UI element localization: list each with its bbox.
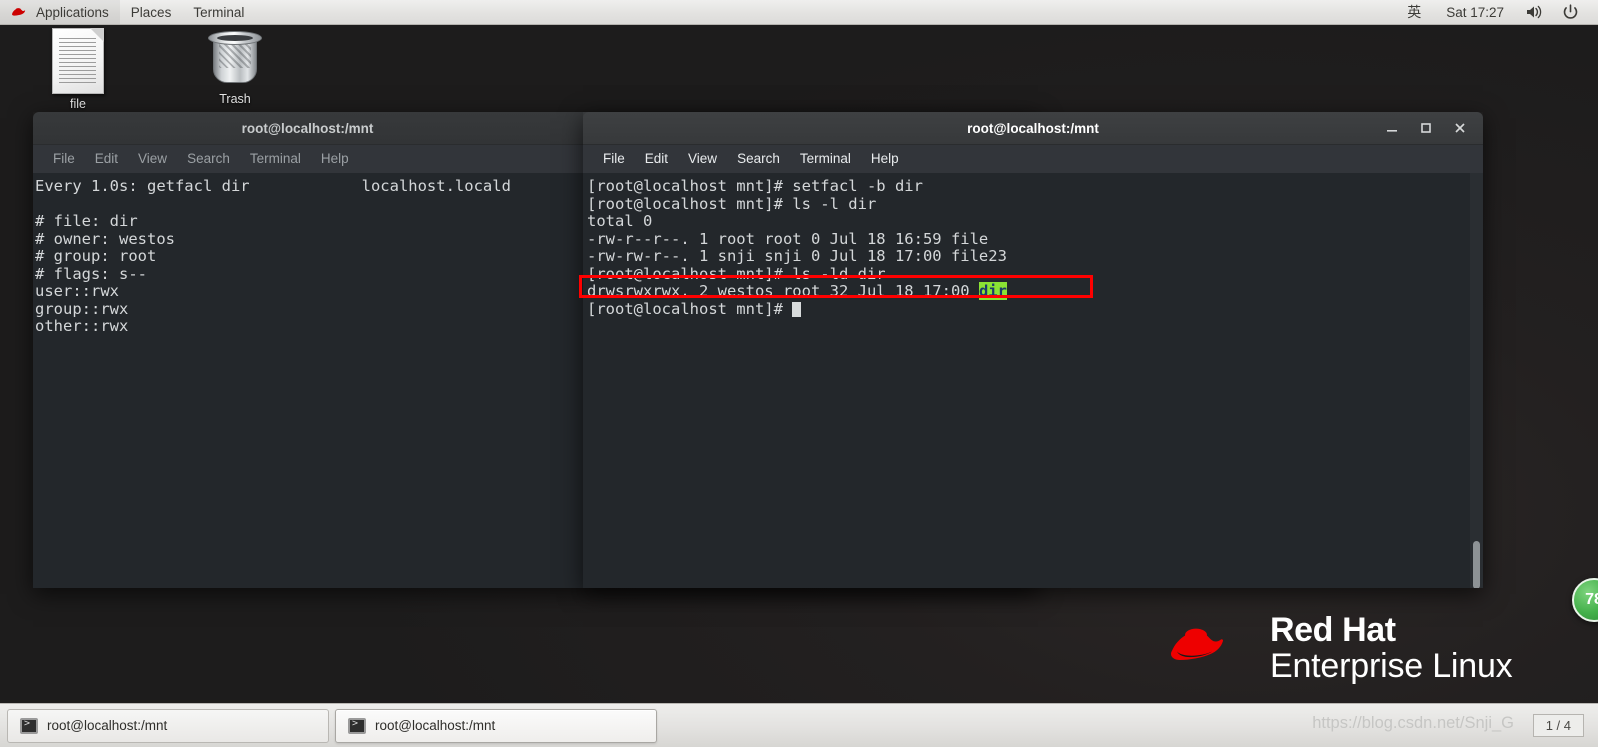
terminal-line: total 0 [587, 212, 653, 230]
top-panel: Applications Places Terminal 英 Sat 17:27 [0, 0, 1598, 25]
desktop-icon-file[interactable]: file [30, 28, 126, 111]
terminal-line: -rw-rw-r--. 1 snji snji 0 Jul 18 17:00 f… [587, 247, 1007, 265]
menu-edit-back[interactable]: Edit [85, 145, 128, 173]
menubar-front: File Edit View Search Terminal Help [583, 145, 1483, 173]
desktop-screen: Applications Places Terminal 英 Sat 17:27 [0, 0, 1598, 747]
menu-search-front[interactable]: Search [727, 145, 790, 173]
menu-file-back[interactable]: File [43, 145, 85, 173]
menu-edit-front[interactable]: Edit [635, 145, 678, 173]
taskbar-label-1: root@localhost:/mnt [47, 718, 168, 733]
terminal-line: [root@localhost mnt]# ls -l dir [587, 194, 877, 213]
redhat-hat-icon [1171, 628, 1224, 661]
menu-file-front[interactable]: File [593, 145, 635, 173]
recording-badge-value: 78 [1585, 591, 1598, 608]
trash-lid [208, 31, 262, 45]
rhel-brand-line1: Red Hat [1270, 611, 1396, 649]
places-label: Places [130, 4, 172, 20]
rhel-brand-text: Red Hat Enterprise Linux [1270, 612, 1513, 684]
shell-prompt: [root@localhost mnt]# [587, 299, 793, 318]
clock[interactable]: Sat 17:27 [1434, 5, 1516, 20]
redhat-fedora-icon [11, 6, 31, 19]
terminal-icon [348, 717, 366, 734]
terminal-line: [root@localhost mnt]# setfacl -b dir [587, 177, 923, 195]
applications-menu[interactable]: Applications [0, 0, 120, 24]
bottom-panel: root@localhost:/mnt root@localhost:/mnt … [0, 703, 1598, 747]
places-menu[interactable]: Places [120, 0, 183, 24]
terminal-window-front[interactable]: root@localhost:/mnt File Edit View Searc… [579, 112, 1483, 588]
terminal-scrollbar-thumb[interactable] [1473, 541, 1480, 588]
menu-search-back[interactable]: Search [177, 145, 240, 173]
desktop-icon-trash[interactable]: Trash [187, 25, 283, 106]
close-button[interactable] [1443, 115, 1477, 141]
dir-name-highlight: dir [978, 282, 1007, 300]
menu-help-front[interactable]: Help [861, 145, 909, 173]
terminal-scrollbar[interactable] [1470, 173, 1483, 588]
terminal-output-front[interactable]: [root@localhost mnt]# setfacl -b dir [ro… [583, 173, 1483, 588]
volume-icon[interactable] [1516, 4, 1553, 20]
terminal-menu[interactable]: Terminal [182, 0, 255, 24]
trash-can-icon [206, 27, 264, 89]
terminal-prompt-line: [root@localhost mnt]# [587, 299, 1483, 319]
terminal-label: Terminal [193, 4, 245, 20]
workspace-indicator[interactable]: 1 / 4 [1532, 714, 1584, 737]
power-icon[interactable] [1553, 3, 1588, 21]
terminal-line: [root@localhost mnt]# ls -ld dir [587, 264, 886, 283]
top-panel-status-area: 英 Sat 17:27 [1394, 0, 1598, 24]
menu-terminal-front[interactable]: Terminal [790, 145, 861, 173]
minimize-button[interactable] [1375, 115, 1409, 141]
window-title-front: root@localhost:/mnt [967, 120, 1099, 136]
applications-label: Applications [36, 4, 109, 20]
top-panel-menus: Applications Places Terminal [0, 0, 255, 24]
menu-help-back[interactable]: Help [311, 145, 359, 173]
menu-view-front[interactable]: View [678, 145, 727, 173]
menu-terminal-back[interactable]: Terminal [240, 145, 311, 173]
window-controls [1375, 115, 1483, 141]
desktop-icon-file-label: file [70, 97, 86, 111]
menu-view-back[interactable]: View [128, 145, 177, 173]
document-lines [59, 38, 96, 86]
taskbar-button-terminal-1[interactable]: root@localhost:/mnt [7, 708, 329, 743]
taskbar-button-terminal-2[interactable]: root@localhost:/mnt [335, 708, 657, 743]
rhel-brand-line2: Enterprise Linux [1270, 647, 1513, 686]
watermark: https://blog.csdn.net/Snji_G [1312, 714, 1514, 732]
desktop-icon-trash-label: Trash [219, 92, 251, 106]
taskbar-label-2: root@localhost:/mnt [375, 718, 496, 733]
terminal-line-highlighted: drwsrwxrwx. 2 westos root 32 Jul 18 17:0… [587, 282, 1483, 301]
terminal-line: -rw-r--r--. 1 root root 0 Jul 18 16:59 f… [587, 229, 989, 248]
text-document-icon [52, 28, 104, 94]
terminal-icon [20, 717, 38, 734]
text-cursor [792, 301, 802, 317]
titlebar-front[interactable]: root@localhost:/mnt [583, 112, 1483, 145]
rhel-brand-logo: Red Hat Enterprise Linux [1168, 612, 1513, 684]
ls-ld-output-prefix: drwsrwxrwx. 2 westos root 32 Jul 18 17:0… [587, 282, 979, 300]
input-method-indicator[interactable]: 英 [1394, 2, 1434, 22]
maximize-button[interactable] [1409, 115, 1443, 141]
